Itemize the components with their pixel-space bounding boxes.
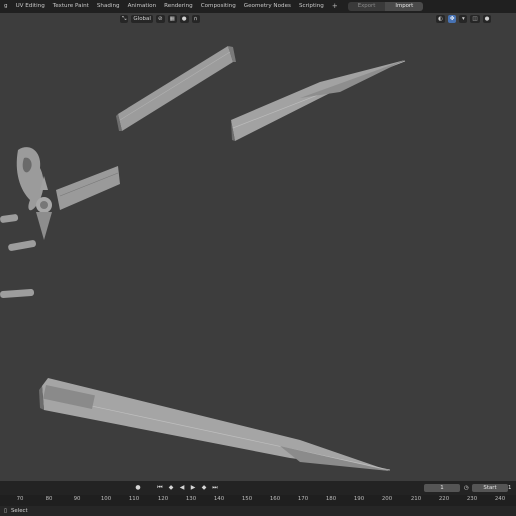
- status-bar: ▯ Select: [0, 506, 516, 516]
- import-button[interactable]: Import: [385, 2, 424, 11]
- import-export-group: Export Import: [347, 2, 424, 11]
- mesh-long-blade[interactable]: [39, 378, 391, 471]
- export-button[interactable]: Export: [347, 2, 386, 11]
- mesh-grip-piece-1[interactable]: [0, 214, 19, 223]
- xray-icon[interactable]: ◫: [470, 14, 480, 23]
- ruler-tick: 240: [494, 496, 506, 502]
- gizmo-icon[interactable]: ✥: [447, 14, 457, 23]
- mesh-grip-piece-3[interactable]: [0, 289, 35, 298]
- mesh-grip-piece-2[interactable]: [8, 240, 37, 252]
- keyframe-controls: ●: [134, 484, 142, 492]
- tab-layout[interactable]: g: [0, 0, 12, 13]
- ruler-tick: 230: [466, 496, 478, 502]
- add-workspace-button[interactable]: +: [328, 0, 342, 13]
- tab-geometry-nodes[interactable]: Geometry Nodes: [240, 0, 295, 13]
- proportional-icon[interactable]: ●: [179, 14, 189, 23]
- jump-end-icon[interactable]: ⏭: [211, 484, 219, 492]
- ruler-tick: 130: [185, 496, 197, 502]
- start-frame-field[interactable]: Start: [472, 484, 508, 492]
- snap-icon[interactable]: ▦: [167, 14, 177, 23]
- falloff-icon[interactable]: ∩: [191, 14, 200, 23]
- tab-compositing[interactable]: Compositing: [197, 0, 240, 13]
- ruler-tick: 180: [325, 496, 337, 502]
- tab-rendering[interactable]: Rendering: [160, 0, 197, 13]
- current-frame-field[interactable]: 1: [424, 484, 460, 492]
- ruler-tick: 190: [353, 496, 365, 502]
- prev-keyframe-icon[interactable]: ◆: [167, 484, 175, 492]
- tab-scripting[interactable]: Scripting: [295, 0, 328, 13]
- orientation-icon[interactable]: ⤡: [120, 14, 129, 23]
- tab-texture-paint[interactable]: Texture Paint: [49, 0, 93, 13]
- tab-animation[interactable]: Animation: [124, 0, 161, 13]
- frame-ruler[interactable]: 70 80 90 100 110 120 130 140 150 160 170…: [0, 495, 516, 506]
- ruler-tick: 210: [410, 496, 422, 502]
- start-frame-value: 1: [508, 485, 512, 491]
- start-label: Start: [483, 485, 497, 491]
- tab-shading[interactable]: Shading: [93, 0, 124, 13]
- ruler-tick: 120: [157, 496, 169, 502]
- playback-controls: ⏮ ◆ ◀ ▶ ◆ ⏭: [156, 484, 219, 492]
- viewport-header-right: ◐ ✥ ▾ ◫ ●: [436, 13, 492, 24]
- transform-orientation-dropdown[interactable]: Global: [131, 14, 153, 23]
- viewport-scene: [0, 46, 406, 471]
- ruler-tick: 70: [16, 496, 24, 502]
- ruler-tick: 220: [438, 496, 450, 502]
- pivot-icon[interactable]: ⊘: [155, 14, 165, 23]
- play-icon[interactable]: ▶: [189, 484, 197, 492]
- mesh-short-blade-piece[interactable]: [116, 46, 236, 131]
- ruler-tick: 90: [73, 496, 81, 502]
- ruler-tick: 170: [297, 496, 309, 502]
- mesh-sword-guard[interactable]: [16, 147, 120, 240]
- status-select-label: Select: [10, 508, 28, 514]
- shading-icon[interactable]: ●: [482, 14, 492, 23]
- 3d-viewport[interactable]: [0, 13, 516, 481]
- ruler-tick: 200: [381, 496, 393, 502]
- visibility-icon[interactable]: ◐: [436, 14, 445, 23]
- next-keyframe-icon[interactable]: ◆: [200, 484, 208, 492]
- viewport-header-left: ⤡ Global ⊘ ▦ ● ∩: [120, 13, 200, 24]
- ruler-tick: 100: [100, 496, 112, 502]
- mouse-icon: ▯: [4, 508, 7, 514]
- ruler-tick: 140: [213, 496, 225, 502]
- jump-start-icon[interactable]: ⏮: [156, 484, 164, 492]
- record-icon[interactable]: ●: [134, 484, 142, 492]
- tab-uv-editing[interactable]: UV Editing: [12, 0, 49, 13]
- workspace-tabs: g UV Editing Texture Paint Shading Anima…: [0, 0, 328, 13]
- mesh-blade-tip-upper[interactable]: [231, 60, 406, 141]
- ruler-tick: 110: [128, 496, 140, 502]
- overlay-dropdown-icon[interactable]: ▾: [459, 14, 468, 23]
- ruler-tick: 160: [269, 496, 281, 502]
- clock-icon: ◷: [464, 485, 469, 491]
- play-reverse-icon[interactable]: ◀: [178, 484, 186, 492]
- ruler-tick: 80: [45, 496, 53, 502]
- ruler-tick: 150: [241, 496, 253, 502]
- workspace-bar: g UV Editing Texture Paint Shading Anima…: [0, 0, 516, 13]
